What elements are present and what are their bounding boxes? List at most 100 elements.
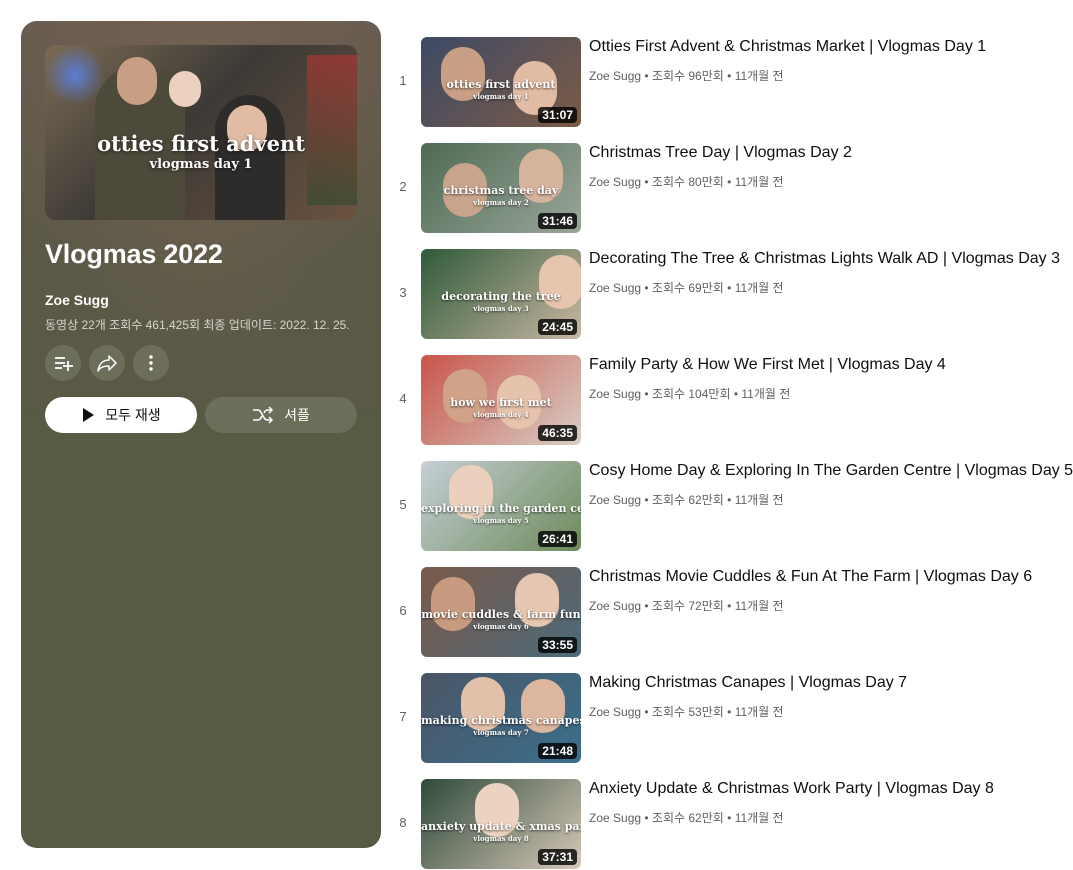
playlist-title: Vlogmas 2022 bbox=[45, 239, 223, 269]
channel-name[interactable]: Zoe Sugg bbox=[589, 599, 641, 613]
video-index: 7 bbox=[399, 709, 407, 724]
video-thumbnail[interactable]: exploring in the garden centre vlogmas d… bbox=[421, 461, 581, 551]
video-row[interactable]: 8 anxiety update & xmas party vlogmas da… bbox=[390, 779, 1073, 869]
thumbnail-caption: christmas tree day bbox=[443, 184, 559, 197]
video-metadata: Zoe Sugg • 조회수 80만회 • 11개월 전 bbox=[589, 175, 784, 189]
play-all-label: 모두 재생 bbox=[105, 407, 161, 423]
video-thumbnail[interactable]: christmas tree day vlogmas day 2 31:46 bbox=[421, 143, 581, 233]
play-icon bbox=[83, 408, 95, 422]
video-row[interactable]: 2 christmas tree day vlogmas day 2 31:46… bbox=[390, 143, 1073, 233]
video-thumbnail[interactable]: movie cuddles & farm fun vlogmas day 6 3… bbox=[421, 567, 581, 657]
more-icon bbox=[149, 355, 153, 371]
upload-age: 11개월 전 bbox=[734, 175, 784, 189]
thumbnail-subcaption: vlogmas day 7 bbox=[473, 728, 529, 737]
video-title-link[interactable]: Christmas Movie Cuddles & Fun At The Far… bbox=[589, 568, 1032, 586]
video-row[interactable]: 5 exploring in the garden centre vlogmas… bbox=[390, 461, 1073, 551]
video-thumbnail[interactable]: otties first advent vlogmas day 1 31:07 bbox=[421, 37, 581, 127]
shuffle-button[interactable]: 셔플 bbox=[205, 397, 357, 433]
thumbnail-caption: how we first met bbox=[450, 396, 552, 409]
view-count: 조회수 53만회 bbox=[651, 705, 724, 719]
video-title-link[interactable]: Anxiety Update & Christmas Work Party | … bbox=[589, 780, 994, 798]
shuffle-icon bbox=[253, 406, 274, 424]
video-metadata: Zoe Sugg • 조회수 96만회 • 11개월 전 bbox=[589, 69, 784, 83]
thumbnail-subcaption: vlogmas day 5 bbox=[473, 516, 529, 525]
channel-name[interactable]: Zoe Sugg bbox=[589, 281, 641, 295]
thumbnail-caption: otties first advent bbox=[446, 78, 556, 91]
upload-age: 11개월 전 bbox=[734, 599, 784, 613]
video-title-link[interactable]: Making Christmas Canapes | Vlogmas Day 7 bbox=[589, 674, 907, 692]
video-duration: 31:07 bbox=[538, 107, 577, 123]
video-row[interactable]: 1 otties first advent vlogmas day 1 31:0… bbox=[390, 37, 1073, 127]
shuffle-label: 셔플 bbox=[284, 407, 310, 423]
view-count: 조회수 69만회 bbox=[651, 281, 724, 295]
video-duration: 46:35 bbox=[538, 425, 577, 441]
video-duration: 37:31 bbox=[538, 849, 577, 865]
channel-name[interactable]: Zoe Sugg bbox=[589, 705, 641, 719]
video-index: 1 bbox=[399, 73, 407, 88]
video-metadata: Zoe Sugg • 조회수 72만회 • 11개월 전 bbox=[589, 599, 784, 613]
playlist-stats: 동영상 22개 조회수 461,425회 최종 업데이트: 2022. 12. … bbox=[45, 318, 350, 332]
video-duration: 21:48 bbox=[538, 743, 577, 759]
thumbnail-subcaption: vlogmas day 4 bbox=[473, 410, 529, 419]
view-count: 조회수 80만회 bbox=[651, 175, 724, 189]
thumbnail-caption: otties first advent bbox=[97, 131, 305, 156]
share-button[interactable] bbox=[89, 345, 125, 381]
video-title-link[interactable]: Cosy Home Day & Exploring In The Garden … bbox=[589, 462, 1073, 480]
video-row[interactable]: 4 how we first met vlogmas day 4 46:35 F… bbox=[390, 355, 1073, 445]
add-to-queue-button[interactable] bbox=[45, 345, 81, 381]
channel-name-link[interactable]: Zoe Sugg bbox=[45, 292, 109, 308]
video-title-link[interactable]: Otties First Advent & Christmas Market |… bbox=[589, 38, 986, 56]
channel-name[interactable]: Zoe Sugg bbox=[589, 175, 641, 189]
add-to-queue-icon bbox=[55, 357, 73, 371]
video-row[interactable]: 3 decorating the tree vlogmas day 3 24:4… bbox=[390, 249, 1073, 339]
channel-name[interactable]: Zoe Sugg bbox=[589, 387, 641, 401]
video-metadata: Zoe Sugg • 조회수 104만회 • 11개월 전 bbox=[589, 387, 791, 401]
video-title-link[interactable]: Family Party & How We First Met | Vlogma… bbox=[589, 356, 946, 374]
video-index: 6 bbox=[399, 603, 407, 618]
thumbnail-subcaption: vlogmas day 1 bbox=[149, 157, 253, 172]
video-metadata: Zoe Sugg • 조회수 53만회 • 11개월 전 bbox=[589, 705, 784, 719]
channel-name[interactable]: Zoe Sugg bbox=[589, 811, 641, 825]
video-title-link[interactable]: Decorating The Tree & Christmas Lights W… bbox=[589, 250, 1060, 268]
video-index: 2 bbox=[399, 179, 407, 194]
person-face bbox=[117, 57, 157, 105]
upload-age: 11개월 전 bbox=[741, 387, 791, 401]
video-index: 4 bbox=[399, 391, 407, 406]
video-duration: 31:46 bbox=[538, 213, 577, 229]
channel-name[interactable]: Zoe Sugg bbox=[589, 69, 641, 83]
thumbnail-caption: making christmas canapes bbox=[421, 714, 581, 727]
video-thumbnail[interactable]: decorating the tree vlogmas day 3 24:45 bbox=[421, 249, 581, 339]
view-count: 조회수 62만회 bbox=[651, 811, 724, 825]
thumbnail-subcaption: vlogmas day 1 bbox=[473, 92, 529, 101]
view-count: 조회수 96만회 bbox=[651, 69, 724, 83]
upload-age: 11개월 전 bbox=[734, 69, 784, 83]
upload-age: 11개월 전 bbox=[734, 705, 784, 719]
upload-age: 11개월 전 bbox=[734, 811, 784, 825]
upload-age: 11개월 전 bbox=[734, 281, 784, 295]
upload-age: 11개월 전 bbox=[734, 493, 784, 507]
video-duration: 26:41 bbox=[538, 531, 577, 547]
view-count: 조회수 72만회 bbox=[651, 599, 724, 613]
video-thumbnail[interactable]: anxiety update & xmas party vlogmas day … bbox=[421, 779, 581, 869]
video-row[interactable]: 7 making christmas canapes vlogmas day 7… bbox=[390, 673, 1073, 763]
channel-name[interactable]: Zoe Sugg bbox=[589, 493, 641, 507]
video-title-link[interactable]: Christmas Tree Day | Vlogmas Day 2 bbox=[589, 144, 852, 162]
playlist-thumbnail[interactable]: otties first advent vlogmas day 1 bbox=[45, 45, 357, 220]
thumbnail-subcaption: vlogmas day 3 bbox=[473, 304, 529, 313]
video-duration: 24:45 bbox=[538, 319, 577, 335]
playlist-video-list: 1 otties first advent vlogmas day 1 31:0… bbox=[390, 0, 1073, 870]
video-row[interactable]: 6 movie cuddles & farm fun vlogmas day 6… bbox=[390, 567, 1073, 657]
playlist-header-panel: otties first advent vlogmas day 1 Vlogma… bbox=[21, 21, 381, 848]
thumbnail-caption: decorating the tree bbox=[441, 290, 561, 303]
view-count: 조회수 62만회 bbox=[651, 493, 724, 507]
baby-face bbox=[169, 71, 201, 107]
video-metadata: Zoe Sugg • 조회수 62만회 • 11개월 전 bbox=[589, 811, 784, 825]
video-index: 5 bbox=[399, 497, 407, 512]
video-thumbnail[interactable]: making christmas canapes vlogmas day 7 2… bbox=[421, 673, 581, 763]
christmas-decor bbox=[307, 55, 357, 205]
more-actions-button[interactable] bbox=[133, 345, 169, 381]
video-metadata: Zoe Sugg • 조회수 69만회 • 11개월 전 bbox=[589, 281, 784, 295]
play-all-button[interactable]: 모두 재생 bbox=[45, 397, 197, 433]
video-thumbnail[interactable]: how we first met vlogmas day 4 46:35 bbox=[421, 355, 581, 445]
thumbnail-subcaption: vlogmas day 8 bbox=[473, 834, 529, 843]
